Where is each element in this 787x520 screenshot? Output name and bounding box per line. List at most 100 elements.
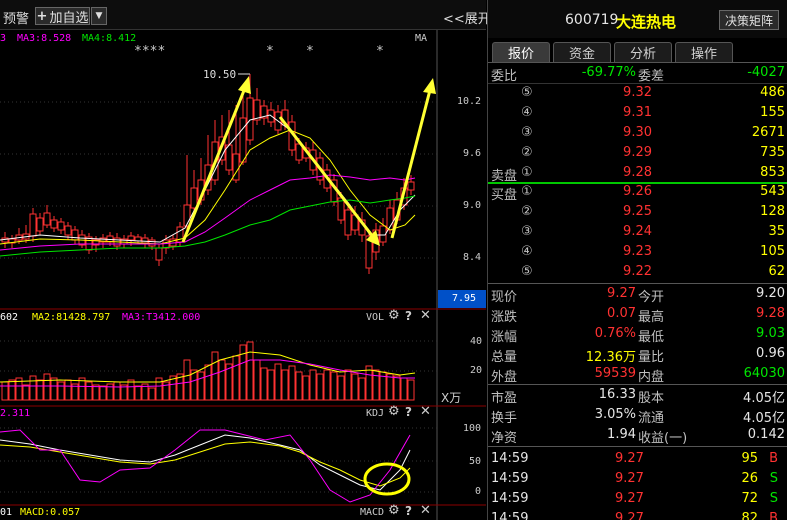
tick-volume: 95 <box>741 451 758 466</box>
y-tick-label: 10.2 <box>457 96 482 107</box>
stat-label: 股本 <box>638 391 665 406</box>
stat-label: 涨跌 <box>491 310 518 325</box>
bid-volume: 543 <box>760 184 785 199</box>
tick-row[interactable]: 14:59 9.27 26 S <box>488 469 787 489</box>
bid-row[interactable]: ⑤ 9.22 62 <box>488 262 787 282</box>
volume-bar <box>351 373 359 401</box>
ask-row[interactable]: ② 9.29 735 <box>488 143 787 163</box>
fundamental-row: 净资 1.94 收益(一) 0.142 <box>488 425 787 446</box>
quote-row: 总量 12.36万 量比 0.96 <box>488 344 787 365</box>
ask-row[interactable]: ① 9.28 853 <box>488 163 787 183</box>
stat-value: 4.05亿 <box>743 391 785 406</box>
stat-label: 市盈 <box>491 391 518 406</box>
high-price-marker: 10.50 <box>203 68 237 81</box>
stock-code: 600719 <box>565 12 619 28</box>
macd-settings-gear-icon[interactable]: ⚙ <box>388 503 400 518</box>
tick-row[interactable]: 14:59 9.27 95 B <box>488 449 787 469</box>
stat-value: 4.05亿 <box>743 411 785 426</box>
ma-partial-label: 3 <box>0 33 7 44</box>
vol-help-icon[interactable]: ? <box>405 309 412 323</box>
stat-label: 总量 <box>491 350 518 365</box>
macd-close-icon[interactable]: ✕ <box>420 503 431 518</box>
y-tick-label: 8.4 <box>463 252 482 263</box>
volume-bar <box>316 373 324 401</box>
volume-bar <box>148 387 156 401</box>
vol-close-icon[interactable]: ✕ <box>420 308 431 323</box>
tick-row[interactable]: 14:59 9.27 82 B <box>488 509 787 520</box>
tick-time: 14:59 <box>491 471 529 486</box>
kdj-help-icon[interactable]: ? <box>405 405 412 419</box>
ask-price: 9.28 <box>623 165 652 180</box>
ask-row[interactable]: ⑤ 9.32 486 <box>488 83 787 103</box>
bid-row[interactable]: ② 9.25 128 <box>488 202 787 222</box>
up-trend-arrowhead-2 <box>423 78 436 94</box>
volume-bar <box>197 371 205 401</box>
volume-bar <box>113 381 121 401</box>
ask-volume: 155 <box>760 105 785 120</box>
candlestick <box>260 100 268 125</box>
watchlist-dropdown-button[interactable]: ▼ <box>91 7 107 25</box>
vol-settings-gear-icon[interactable]: ⚙ <box>388 308 400 323</box>
stat-value: 1.94 <box>607 427 636 442</box>
tab-operation[interactable]: 操作 <box>675 42 733 62</box>
volume-bar <box>43 373 51 401</box>
kdj-close-icon[interactable]: ✕ <box>420 404 431 419</box>
volume-bar <box>36 379 44 401</box>
weibi-row: 委比 -69.77% 委差 -4027 <box>488 63 787 84</box>
macd-help-icon[interactable]: ? <box>405 504 412 518</box>
stat-value: 9.20 <box>756 286 785 301</box>
bid-row[interactable]: ④ 9.23 105 <box>488 242 787 262</box>
weibi-value: -69.77% <box>581 65 636 80</box>
kdj-settings-gear-icon[interactable]: ⚙ <box>388 404 400 419</box>
bid-volume: 35 <box>768 224 785 239</box>
tab-analysis[interactable]: 分析 <box>614 42 672 62</box>
tick-volume: 26 <box>741 471 758 486</box>
tab-quote[interactable]: 报价 <box>492 42 550 62</box>
kline-chart-area[interactable]: 3 MA3:8.528 MA4:8.412 MA **** * * * 10.5… <box>0 30 486 520</box>
level-label: ④ <box>521 105 533 120</box>
stat-label: 最低 <box>638 330 665 345</box>
volume-bar <box>246 341 254 401</box>
candlestick <box>267 102 275 127</box>
add-watchlist-button[interactable]: + 加自选 <box>35 7 90 26</box>
decision-matrix-button[interactable]: 决策矩阵 <box>719 10 779 30</box>
star-marker: * <box>306 44 314 59</box>
volume-bar <box>309 369 317 401</box>
candlestick <box>71 226 79 244</box>
bid-row[interactable]: ① 9.26 543 <box>488 182 787 202</box>
volume-bar <box>204 364 212 401</box>
ma3-label: MA3:8.528 <box>17 33 72 44</box>
chart-canvas[interactable] <box>0 30 486 520</box>
alert-button[interactable]: 预警 <box>3 8 29 27</box>
plus-icon: + <box>36 8 48 24</box>
stat-label: 换手 <box>491 411 518 426</box>
level-label: ③ <box>521 125 533 140</box>
tick-price: 9.27 <box>615 491 644 506</box>
stat-label: 量比 <box>638 350 665 365</box>
y-tick-label: 9.0 <box>463 200 482 211</box>
candlestick <box>78 230 86 248</box>
volume-bar <box>211 351 219 401</box>
tick-price: 9.27 <box>615 511 644 520</box>
price-candles <box>1 74 415 274</box>
tick-side: S <box>769 471 778 486</box>
expand-button[interactable]: <<展开 <box>443 8 491 27</box>
stat-label: 现价 <box>491 290 518 305</box>
tick-time: 14:59 <box>491 491 529 506</box>
ask-row[interactable]: ③ 9.30 2671 <box>488 123 787 143</box>
ask-volume: 853 <box>760 165 785 180</box>
volume-bar <box>99 385 107 401</box>
macd-partial-label: 01 <box>0 507 13 518</box>
macd-tag: MACD <box>360 507 385 518</box>
bid-row[interactable]: ③ 9.24 35 <box>488 222 787 242</box>
volume-bar <box>407 379 415 401</box>
stat-label: 净资 <box>491 431 518 446</box>
fundamental-row: 换手 3.05% 流通 4.05亿 <box>488 405 787 426</box>
stat-value: 3.05% <box>594 407 636 422</box>
tab-capital[interactable]: 资金 <box>553 42 611 62</box>
tick-row[interactable]: 14:59 9.27 72 S <box>488 489 787 509</box>
candlestick <box>29 208 37 242</box>
stat-label: 流通 <box>638 411 665 426</box>
ask-row[interactable]: ④ 9.31 155 <box>488 103 787 123</box>
ask-volume: 486 <box>760 85 785 100</box>
